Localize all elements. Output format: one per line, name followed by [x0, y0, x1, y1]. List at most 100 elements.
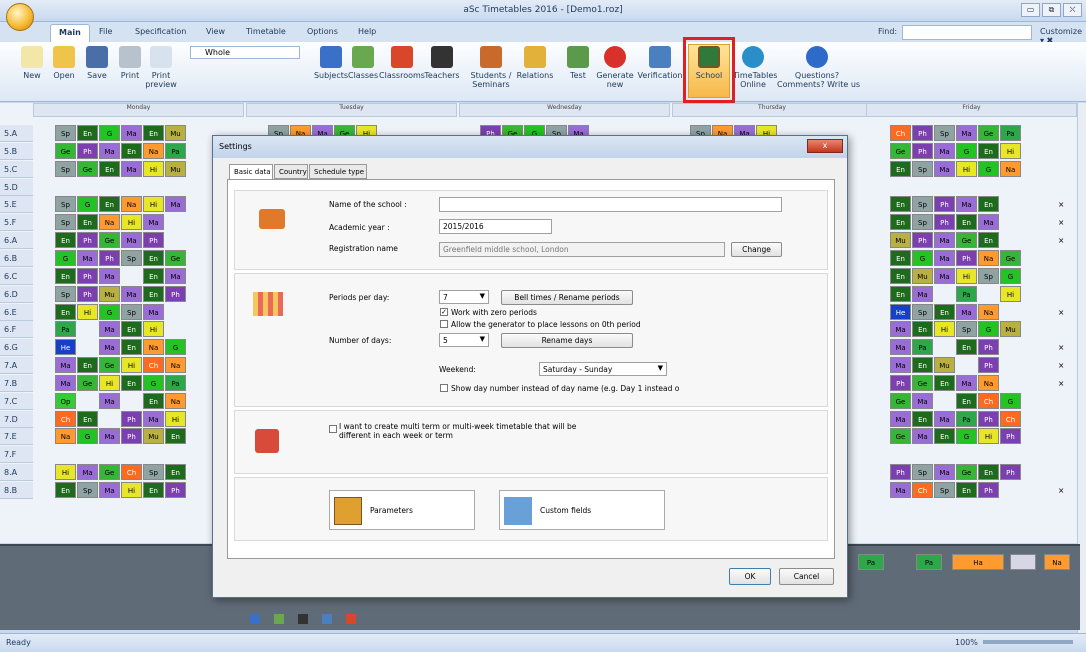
monday-lesson-cell[interactable]: En [143, 482, 164, 498]
friday-lesson-cell[interactable]: Pa [956, 410, 977, 427]
monday-lesson-cell[interactable] [165, 232, 186, 249]
monday-lesson-cell[interactable] [165, 214, 186, 231]
friday-lesson-cell[interactable]: Sp [934, 125, 955, 141]
monday-lesson-cell[interactable]: Ph [77, 267, 98, 284]
friday-lesson-cell[interactable] [1000, 357, 1021, 374]
monday-lesson-cell[interactable]: Ph [77, 285, 98, 302]
monday-lesson-cell[interactable]: En [121, 321, 142, 338]
friday-lesson-cell[interactable]: Mu [934, 357, 955, 374]
friday-lesson-cell[interactable]: Ma [934, 142, 955, 159]
class-row-label[interactable]: 5.A [0, 125, 33, 142]
monday-lesson-cell[interactable]: Ma [143, 214, 164, 231]
monday-lesson-cell[interactable] [77, 392, 98, 409]
friday-lesson-cell[interactable]: G [978, 321, 999, 338]
monday-lesson-cell[interactable]: En [165, 428, 186, 445]
friday-lesson-cell[interactable]: En [934, 303, 955, 320]
monday-lesson-cell[interactable]: Na [165, 392, 186, 409]
friday-lesson-cell[interactable]: En [912, 357, 933, 374]
friday-lesson-cell[interactable]: Ma [934, 267, 955, 284]
monday-lesson-cell[interactable]: En [121, 374, 142, 391]
friday-lesson-cell[interactable]: G [1000, 267, 1021, 284]
friday-lesson-cell[interactable]: Ph [978, 482, 999, 498]
friday-lesson-cell[interactable]: Na [978, 249, 999, 266]
tab-main[interactable]: Main [50, 24, 90, 42]
friday-lesson-cell[interactable]: Ph [978, 339, 999, 356]
print-preview-button[interactable]: Print preview [143, 44, 179, 89]
friday-lesson-cell[interactable]: Sp [912, 214, 933, 231]
monday-lesson-cell[interactable]: Sp [77, 482, 98, 498]
close-button[interactable]: ⛌ [1063, 3, 1082, 17]
monday-lesson-cell[interactable] [99, 410, 120, 427]
monday-lesson-cell[interactable]: Ma [121, 160, 142, 177]
open-button[interactable]: Open [50, 44, 78, 80]
monday-lesson-cell[interactable]: Ma [99, 339, 120, 356]
friday-lesson-cell[interactable] [1000, 214, 1021, 231]
class-row-label[interactable]: 6.E [0, 303, 33, 321]
monday-lesson-cell[interactable]: En [99, 196, 120, 213]
monday-lesson-cell[interactable]: Na [55, 428, 76, 445]
monday-lesson-cell[interactable]: G [99, 125, 120, 141]
friday-lesson-cell[interactable]: En [978, 232, 999, 249]
monday-lesson-cell[interactable]: Pa [55, 321, 76, 338]
friday-lesson-cell[interactable]: Ma [890, 321, 911, 338]
friday-lesson-cell[interactable]: Ge [978, 125, 999, 141]
friday-lesson-cell[interactable]: Ma [890, 357, 911, 374]
multiterm-checkbox[interactable] [329, 425, 337, 433]
monday-lesson-cell[interactable]: G [77, 428, 98, 445]
class-row-label[interactable]: 7.C [0, 392, 33, 410]
friday-lesson-cell[interactable]: En [890, 249, 911, 266]
friday-lesson-cell[interactable]: En [890, 214, 911, 231]
friday-lesson-cell[interactable]: Sp [912, 303, 933, 320]
class-row-label[interactable]: 6.F [0, 321, 33, 339]
unplaced-lesson-card[interactable]: Na [1044, 554, 1070, 570]
monday-lesson-cell[interactable]: Hi [55, 464, 76, 481]
monday-lesson-cell[interactable] [77, 339, 98, 356]
monday-lesson-cell[interactable]: Ch [143, 357, 164, 374]
friday-lesson-cell[interactable]: Sp [978, 267, 999, 284]
friday-lesson-cell[interactable]: Mu [912, 267, 933, 284]
monday-lesson-cell[interactable]: Na [99, 214, 120, 231]
subject-icon[interactable] [250, 614, 260, 624]
allow-zero-checkbox[interactable] [440, 320, 448, 328]
friday-lesson-cell[interactable]: Sp [956, 321, 977, 338]
monday-lesson-cell[interactable]: Na [143, 142, 164, 159]
monday-lesson-cell[interactable]: En [55, 303, 76, 320]
monday-lesson-cell[interactable]: G [99, 303, 120, 320]
tab-country[interactable]: Country [274, 164, 308, 179]
monday-lesson-cell[interactable]: Ma [143, 303, 164, 320]
generate-button[interactable]: Generate new [592, 44, 638, 89]
friday-lesson-cell[interactable]: Ph [956, 249, 977, 266]
monday-lesson-cell[interactable]: Ge [99, 232, 120, 249]
rename-days-button[interactable]: Rename days [501, 333, 633, 348]
friday-lesson-cell[interactable]: G [956, 142, 977, 159]
relations-button[interactable]: Relations [515, 44, 555, 80]
monday-lesson-cell[interactable]: Ma [143, 410, 164, 427]
monday-lesson-cell[interactable]: En [55, 232, 76, 249]
friday-lesson-cell[interactable]: Hi [1000, 142, 1021, 159]
class-row-label[interactable]: 6.D [0, 285, 33, 303]
class-row-label[interactable]: 5.D [0, 178, 33, 196]
bell-times-button[interactable]: Bell times / Rename periods [501, 290, 633, 305]
friday-lesson-cell[interactable]: Pa [1000, 125, 1021, 141]
periods-select[interactable]: 7 ▼ [439, 290, 489, 304]
classes-button[interactable]: Classes [348, 44, 378, 80]
monday-lesson-cell[interactable]: Ph [143, 232, 164, 249]
monday-lesson-cell[interactable]: Ma [121, 285, 142, 302]
friday-lesson-cell[interactable]: Sp [912, 196, 933, 213]
monday-lesson-cell[interactable] [121, 392, 142, 409]
students-button[interactable]: Students / Seminars [468, 44, 514, 89]
friday-lesson-cell[interactable]: Ph [934, 214, 955, 231]
class-row-label[interactable]: 8.B [0, 482, 33, 499]
teacher-icon[interactable] [298, 614, 308, 624]
monday-lesson-cell[interactable]: G [143, 374, 164, 391]
monday-lesson-cell[interactable]: Hi [143, 321, 164, 338]
friday-lesson-cell[interactable]: Ch [978, 392, 999, 409]
student-icon[interactable] [322, 614, 332, 624]
monday-lesson-cell[interactable]: Ge [165, 249, 186, 266]
friday-lesson-cell[interactable]: En [890, 196, 911, 213]
monday-lesson-cell[interactable]: En [121, 339, 142, 356]
monday-lesson-cell[interactable]: Sp [55, 196, 76, 213]
unplaced-lesson-card[interactable]: Pa [916, 554, 942, 570]
friday-lesson-cell[interactable]: Ch [912, 482, 933, 498]
zero-periods-checkbox[interactable]: ✓ [440, 308, 448, 316]
